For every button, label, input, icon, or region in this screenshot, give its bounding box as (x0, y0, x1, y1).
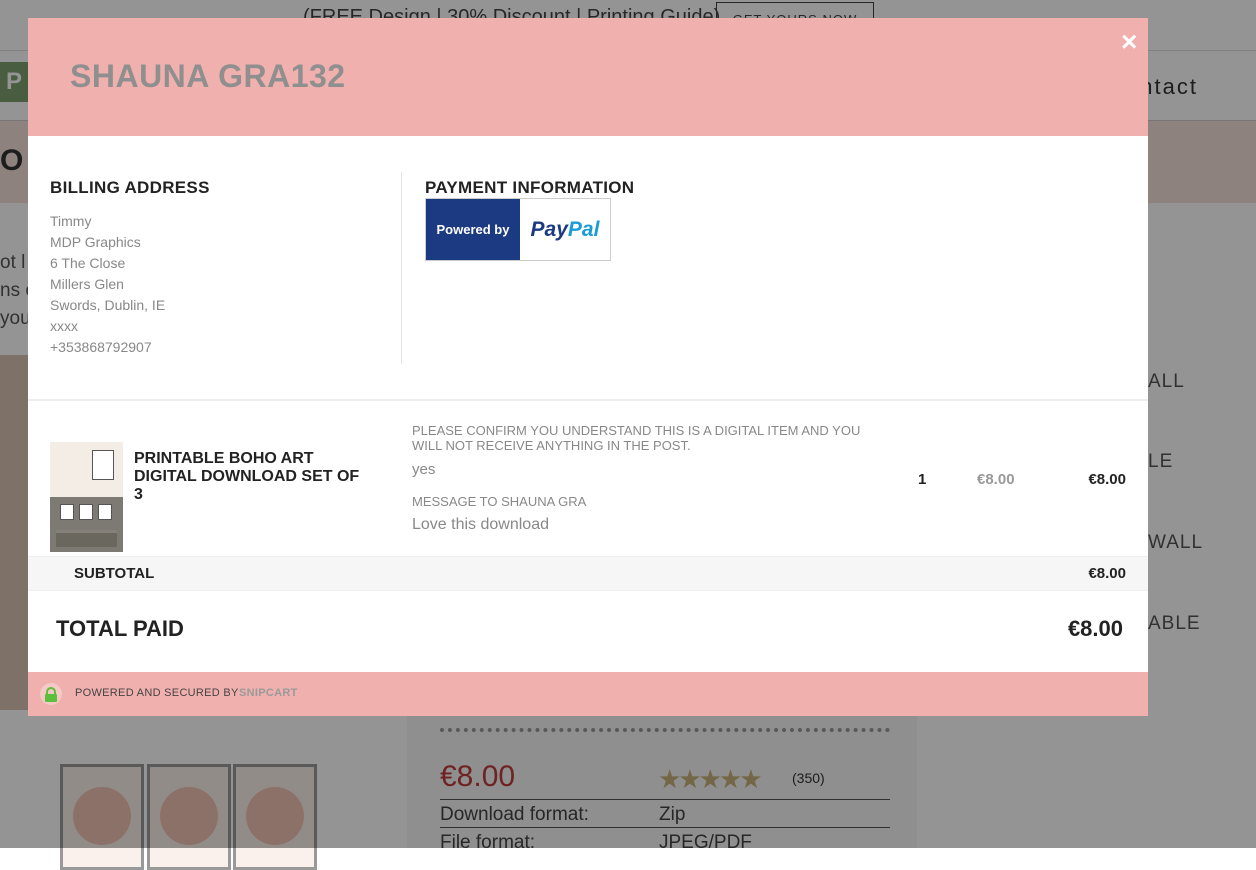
snipcart-link[interactable]: SNIPCART (239, 687, 298, 699)
paypal-badge: Powered by Pay Pal (425, 198, 611, 261)
total-paid-label: TOTAL PAID (56, 616, 184, 641)
image-frame (60, 504, 74, 520)
item-line-total: €8.00 (1088, 471, 1126, 488)
billing-line: MDP Graphics (50, 234, 141, 250)
close-icon[interactable]: × (1121, 26, 1137, 58)
image-frame (79, 504, 93, 520)
paypal-logo-part: Pal (567, 217, 600, 241)
billing-address: Timmy MDP Graphics 6 The Close Millers G… (50, 211, 165, 358)
item-unit-price: €8.00 (977, 471, 1015, 488)
image-frame (98, 504, 112, 520)
paypal-powered-by: Powered by (426, 199, 520, 260)
custom-field-label: MESSAGE TO SHAUNA GRA (412, 494, 587, 509)
image-sofa (56, 530, 117, 547)
item-name: PRINTABLE BOHO ART DIGITAL DOWNLOAD SET … (134, 450, 360, 503)
order-modal: SHAUNA GRA132 × BILLING ADDRESS Timmy MD… (28, 18, 1148, 716)
image-frame (92, 450, 114, 480)
billing-line: Timmy (50, 213, 92, 229)
modal-footer: POWERED AND SECURED BY SNIPCART (28, 672, 1148, 716)
billing-line: Swords, Dublin, IE (50, 297, 166, 313)
product-thumbnail-image (50, 442, 123, 552)
subtotal-label: SUBTOTAL (74, 565, 155, 582)
total-paid-value: €8.00 (1067, 616, 1123, 641)
billing-address-title: BILLING ADDRESS (50, 178, 210, 197)
lock-icon (40, 683, 62, 705)
modal-header: SHAUNA GRA132 × (28, 18, 1148, 136)
subtotal-row: SUBTOTAL €8.00 (28, 556, 1148, 591)
payment-information-title: PAYMENT INFORMATION (425, 178, 635, 197)
billing-line: Millers Glen (50, 276, 124, 292)
modal-title: SHAUNA GRA132 (70, 58, 346, 94)
custom-field-value: yes (412, 461, 436, 478)
section-divider (401, 172, 402, 364)
item-quantity: 1 (918, 471, 927, 488)
custom-field-label: PLEASE CONFIRM YOU UNDERSTAND THIS IS A … (412, 423, 861, 453)
subtotal-value: €8.00 (1088, 565, 1126, 582)
billing-line: xxxx (50, 318, 78, 334)
custom-field-value: Love this download (412, 516, 549, 533)
lock-body (45, 694, 57, 702)
billing-line: 6 The Close (50, 255, 126, 271)
billing-line: +353868792907 (50, 339, 152, 355)
paypal-logo: Pay Pal (520, 199, 610, 260)
paypal-logo-part: Pay (530, 217, 568, 241)
footer-text: POWERED AND SECURED BY (75, 687, 239, 699)
section-divider (28, 399, 1148, 401)
